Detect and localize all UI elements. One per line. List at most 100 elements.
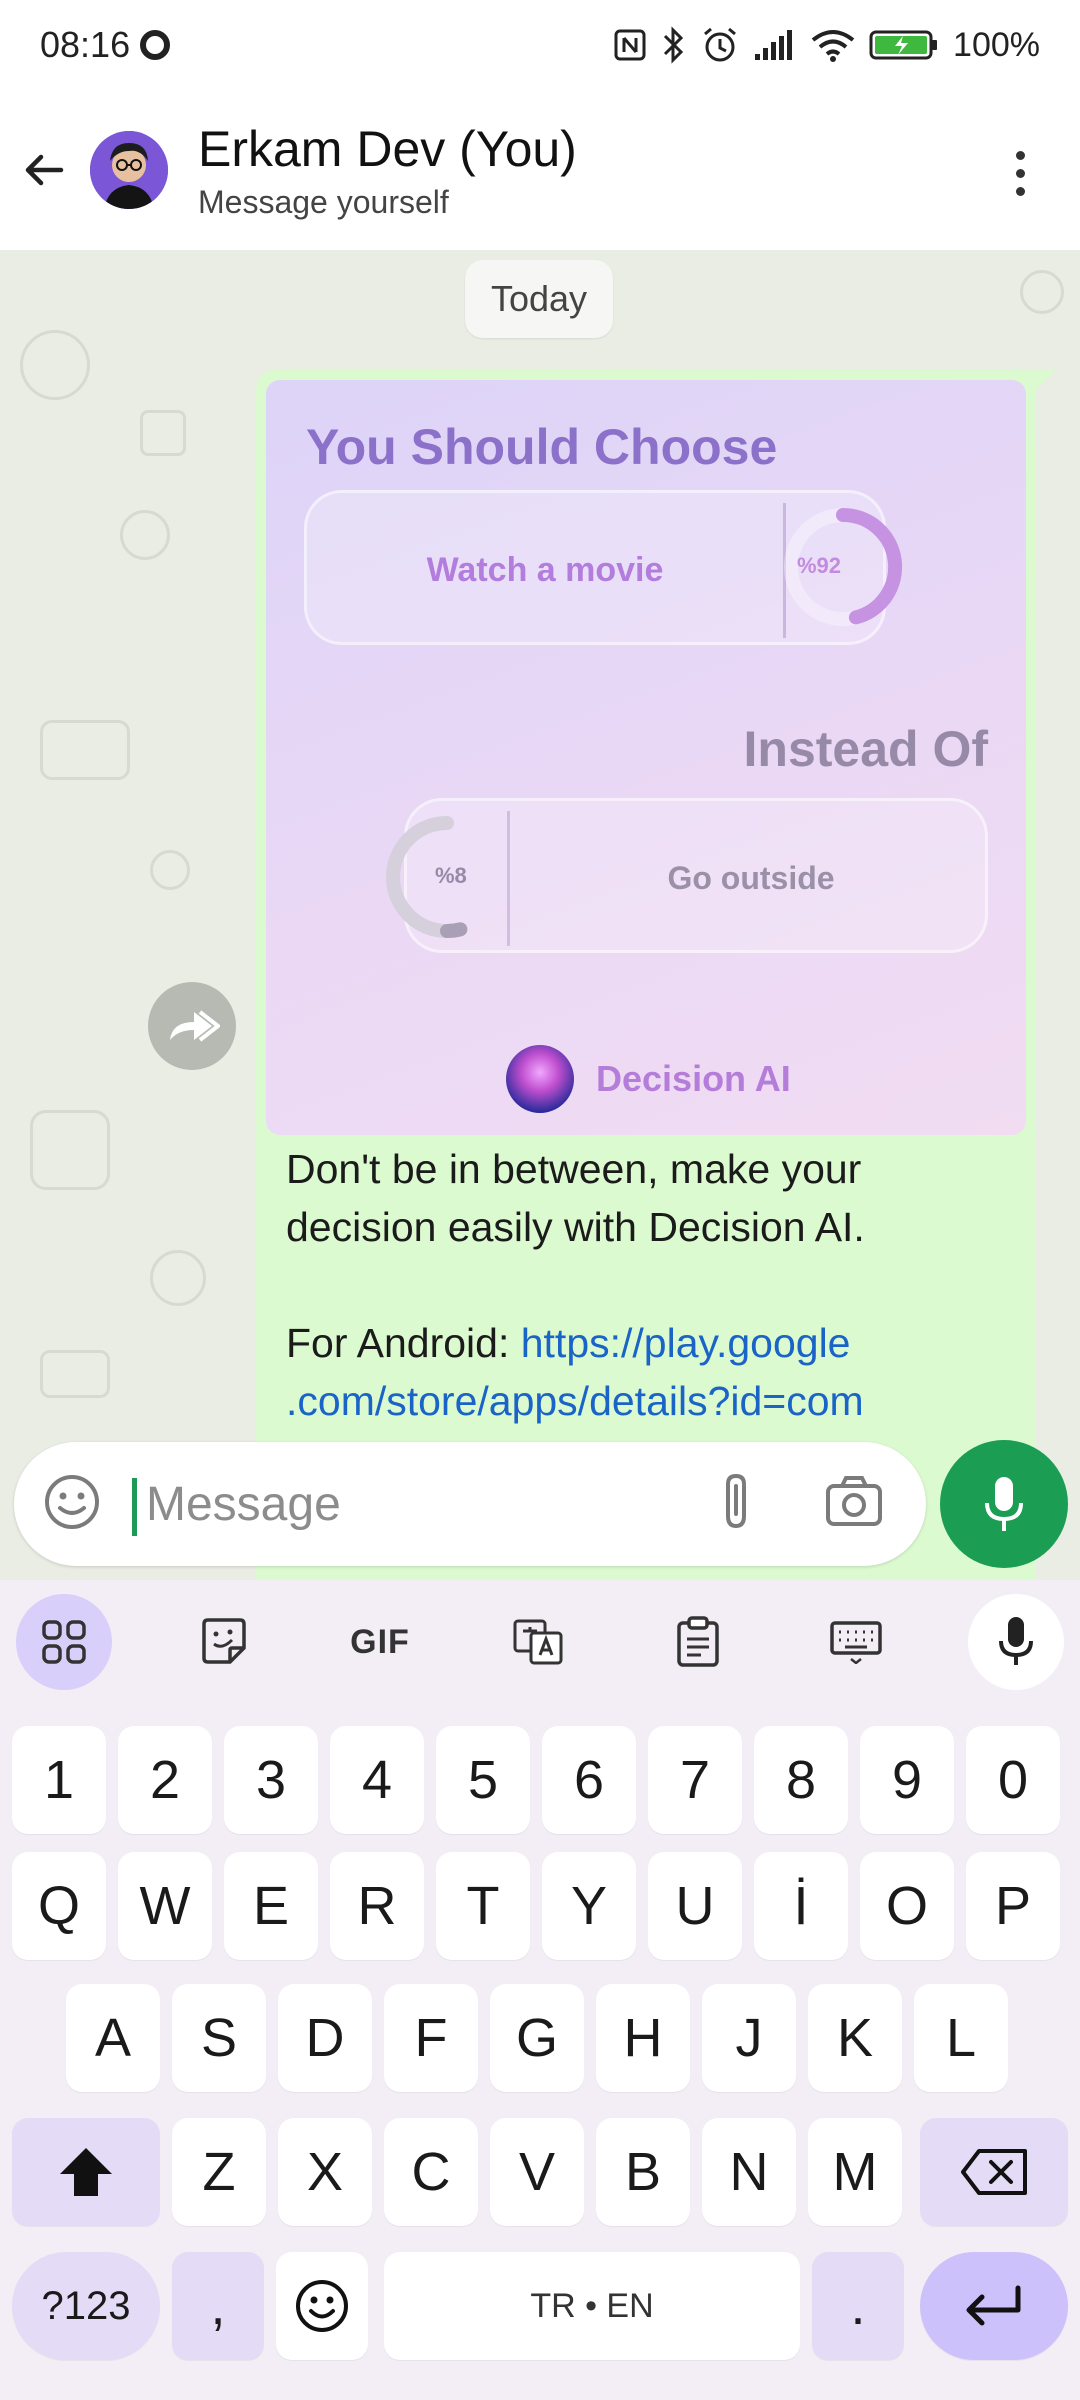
letter-key[interactable]: M [808, 2118, 902, 2226]
date-chip: Today [465, 260, 613, 338]
battery-percent: 100% [953, 25, 1040, 64]
letter-key[interactable]: F [384, 1984, 478, 2092]
shift-key[interactable] [12, 2118, 160, 2226]
letter-key[interactable]: L [914, 1984, 1008, 2092]
clipboard-icon [677, 1616, 719, 1667]
nfc-icon [614, 29, 646, 61]
letter-key[interactable]: T [436, 1852, 530, 1960]
message-composer[interactable] [14, 1442, 926, 1566]
message-input[interactable] [146, 1472, 666, 1536]
gif-label: GIF [350, 1622, 410, 1661]
wifi-icon [811, 30, 855, 62]
wallpaper-doodle [40, 720, 130, 780]
number-key[interactable]: 7 [648, 1726, 742, 1834]
camera-button[interactable] [824, 1474, 884, 1535]
wallpaper-doodle [140, 410, 186, 456]
text-cursor [132, 1478, 137, 1536]
letter-key[interactable]: S [172, 1984, 266, 2092]
keyboard-switch-button[interactable] [808, 1594, 904, 1690]
number-key[interactable]: 9 [860, 1726, 954, 1834]
bubble-tail [1030, 370, 1056, 396]
backspace-key[interactable] [920, 2118, 1068, 2226]
comma-key[interactable]: , [172, 2252, 264, 2360]
number-key[interactable]: 3 [224, 1726, 318, 1834]
number-key[interactable]: 1 [12, 1726, 106, 1834]
wallpaper-doodle [40, 1350, 110, 1398]
emoji-button[interactable] [42, 1472, 102, 1537]
letter-key[interactable]: Y [542, 1852, 636, 1960]
number-key[interactable]: 6 [542, 1726, 636, 1834]
letter-key[interactable]: B [596, 2118, 690, 2226]
letter-key[interactable]: G [490, 1984, 584, 2092]
letter-key[interactable]: X [278, 2118, 372, 2226]
status-bar: 08:16 100% [0, 0, 1080, 90]
keyboard-toolbar: GIF [0, 1580, 1080, 1700]
wallpaper-doodle [150, 850, 190, 890]
space-bar[interactable]: TR • EN [384, 2252, 800, 2360]
emoji-key[interactable] [276, 2252, 368, 2360]
voice-message-button[interactable] [940, 1440, 1068, 1568]
apps-grid-button[interactable] [16, 1594, 112, 1690]
sticker-icon [202, 1618, 246, 1664]
store-link[interactable]: .com/store/apps/details?id=com [286, 1372, 986, 1430]
wallpaper-doodle [150, 1250, 206, 1306]
attach-button[interactable] [714, 1472, 764, 1539]
alarm-icon [704, 27, 736, 62]
number-key[interactable]: 8 [754, 1726, 848, 1834]
letter-key[interactable]: W [118, 1852, 212, 1960]
letter-key[interactable]: Q [12, 1852, 106, 1960]
chat-area[interactable]: Today You Should Choose Watch a movie %9… [0, 250, 1080, 1580]
backspace-icon [961, 2149, 1027, 2195]
wallpaper-doodle [20, 330, 90, 400]
letter-key[interactable]: İ [754, 1852, 848, 1960]
more-options-button[interactable] [990, 138, 1050, 208]
letter-key[interactable]: V [490, 2118, 584, 2226]
forward-button[interactable] [148, 982, 236, 1070]
letter-key[interactable]: N [702, 2118, 796, 2226]
avatar[interactable] [90, 131, 168, 209]
number-key[interactable]: 4 [330, 1726, 424, 1834]
translate-button[interactable] [490, 1594, 586, 1690]
voice-typing-button[interactable] [968, 1594, 1064, 1690]
status-time: 08:16 [40, 24, 131, 65]
contact-info[interactable]: Erkam Dev (You) Message yourself [198, 120, 577, 221]
letter-key[interactable]: A [66, 1984, 160, 2092]
back-button[interactable] [0, 125, 90, 215]
alternative-label: Go outside [667, 860, 835, 896]
clipboard-button[interactable] [650, 1594, 746, 1690]
promo-title: You Should Choose [306, 419, 778, 475]
message-bubble[interactable]: You Should Choose Watch a movie %92 Inst… [256, 370, 1056, 1580]
letter-key[interactable]: U [648, 1852, 742, 1960]
choice-card: Watch a movie %92 [304, 490, 903, 645]
sticker-button[interactable] [176, 1594, 272, 1690]
letter-key[interactable]: Z [172, 2118, 266, 2226]
letter-key[interactable]: R [330, 1852, 424, 1960]
wallpaper-doodle [30, 1110, 110, 1190]
battery-icon [869, 30, 938, 60]
letter-key[interactable]: H [596, 1984, 690, 2092]
message-line: For Android: https://play.google [286, 1314, 986, 1372]
letter-key[interactable]: D [278, 1984, 372, 2092]
symbols-key[interactable]: ?123 [12, 2252, 160, 2360]
gif-button[interactable]: GIF [332, 1594, 428, 1690]
number-key[interactable]: 2 [118, 1726, 212, 1834]
letter-key[interactable]: E [224, 1852, 318, 1960]
choice-percent: %92 [797, 553, 842, 578]
translate-icon [513, 1619, 563, 1665]
message-image[interactable]: You Should Choose Watch a movie %92 Inst… [266, 380, 1026, 1135]
number-key[interactable]: 5 [436, 1726, 530, 1834]
microphone-icon [985, 1477, 1023, 1531]
number-key[interactable]: 0 [966, 1726, 1060, 1834]
period-key[interactable]: . [812, 2252, 904, 2360]
letter-key[interactable]: K [808, 1984, 902, 2092]
letter-key[interactable]: P [966, 1852, 1060, 1960]
letter-key[interactable]: J [702, 1984, 796, 2092]
shift-icon [60, 2148, 112, 2196]
alternative-card: %8 Go outside [386, 798, 988, 953]
enter-key[interactable] [920, 2252, 1068, 2360]
letter-key[interactable]: C [384, 2118, 478, 2226]
letter-key[interactable]: O [860, 1852, 954, 1960]
store-link[interactable]: https://play.google [521, 1320, 851, 1366]
divider [507, 811, 510, 946]
message-text: Don't be in between, make your decision … [286, 1140, 986, 1430]
